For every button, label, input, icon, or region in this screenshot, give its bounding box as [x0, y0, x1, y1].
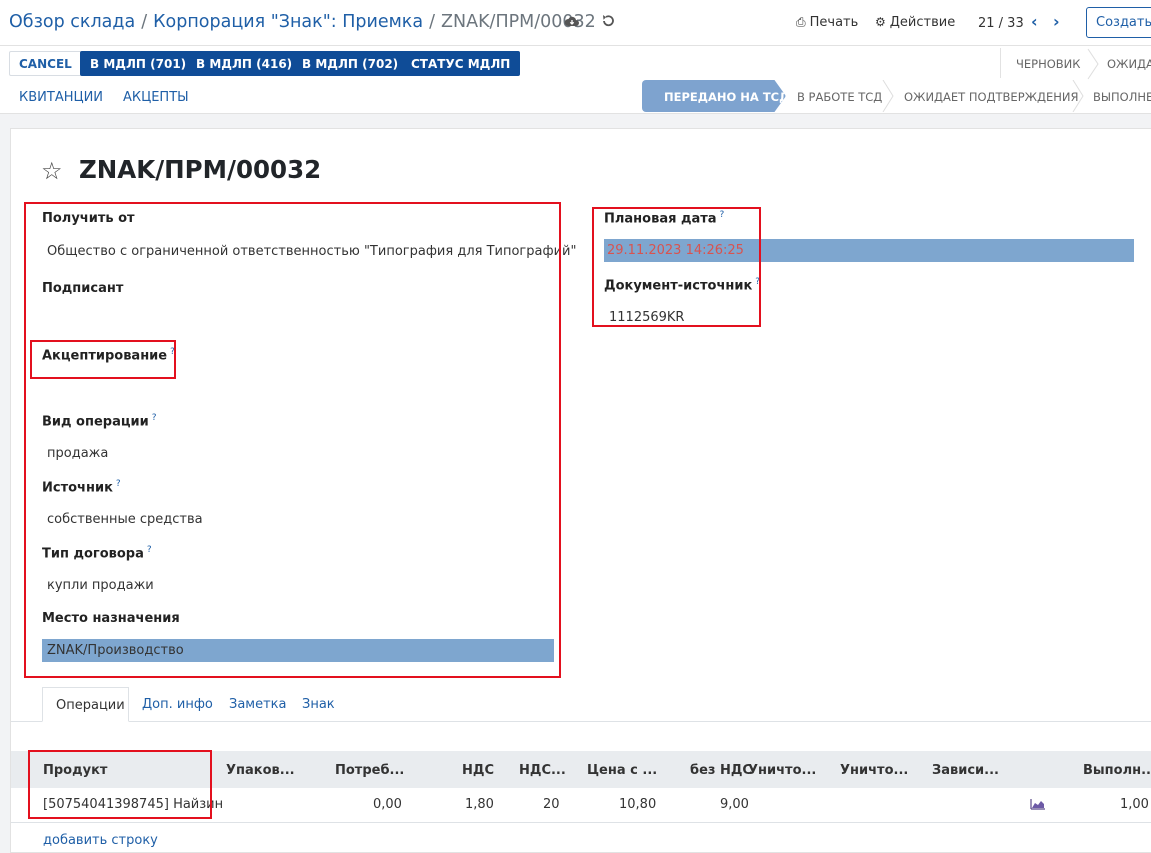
cell-done: 1,00	[1120, 797, 1149, 812]
to-mdlp-701-button[interactable]: В МДЛП (701)	[80, 51, 197, 76]
column-header-price-with-vat[interactable]: Цена с ...	[587, 763, 657, 778]
status-chevron-icon	[1087, 48, 1099, 80]
tab-extra-info[interactable]: Доп. инфо	[142, 697, 213, 712]
cell-consumed: 0,00	[373, 797, 402, 812]
status-waiting[interactable]: ОЖИДА	[1107, 57, 1151, 71]
pager-next-icon[interactable]: ›	[1053, 12, 1060, 31]
breadcrumb-separator: /	[429, 12, 436, 32]
column-header-done[interactable]: Выполн...	[1083, 763, 1151, 778]
status-chevron-icon	[882, 80, 894, 112]
forecast-chart-icon[interactable]	[1030, 798, 1046, 814]
control-panel: Обзор склада / Корпорация "Знак": Приемка /…	[0, 0, 1151, 46]
breadcrumb-item-warehouse[interactable]: Обзор склада	[9, 12, 135, 32]
breadcrumb: Обзор склада / Корпорация "Знак": Приемка /…	[9, 12, 596, 32]
action-label: Действие	[889, 15, 956, 30]
cell-price-no-vat: 9,00	[720, 797, 749, 812]
column-header-package[interactable]: Упаков...	[226, 763, 295, 778]
tab-note[interactable]: Заметка	[229, 697, 287, 712]
receipts-button[interactable]: КВИТАНЦИИ	[19, 90, 103, 105]
status-draft[interactable]: ЧЕРНОВИК	[1016, 57, 1080, 71]
cancel-button[interactable]: CANCEL	[9, 51, 82, 76]
annotation-box-acceptance	[30, 340, 176, 379]
print-label: Печать	[809, 15, 859, 30]
tab-operations[interactable]: Операции	[42, 687, 129, 722]
stage-sent-to-tsd[interactable]: ПЕРЕДАНО НА ТСД	[642, 80, 786, 112]
column-header-destroyed-1[interactable]: Уничто...	[748, 763, 816, 778]
status-mdlp-button[interactable]: СТАТУС МДЛП	[401, 51, 521, 76]
pager-value[interactable]: 21 / 33	[978, 16, 1024, 31]
form-header: CANCEL В МДЛП (701) В МДЛП (416) В МДЛП …	[0, 46, 1151, 114]
accepts-button[interactable]: АКЦЕПТЫ	[123, 90, 189, 105]
breadcrumb-item-receipts[interactable]: Корпорация "Знак": Приемка	[153, 12, 423, 32]
pager-previous-icon[interactable]: ‹	[1031, 12, 1038, 31]
record-title: ZNAK/ПРМ/00032	[79, 155, 322, 184]
cell-price-with-vat: 10,80	[619, 797, 657, 812]
annotation-box-date-source	[592, 207, 761, 327]
discard-undo-icon[interactable]	[599, 14, 617, 32]
stage-done[interactable]: ВЫПОЛНЕ	[1093, 80, 1151, 112]
column-header-destroyed-2[interactable]: Уничто...	[840, 763, 908, 778]
gear-icon: ⚙	[875, 15, 886, 29]
stage-awaiting-confirmation[interactable]: ОЖИДАЕТ ПОДТВЕРЖДЕНИЯ	[904, 80, 1079, 112]
status-bar-top: ЧЕРНОВИК ОЖИДА	[1000, 48, 1151, 80]
action-menu[interactable]: ⚙ Действие	[875, 15, 955, 30]
printer-icon: ⎙	[796, 15, 806, 29]
save-cloud-icon[interactable]	[563, 14, 581, 32]
column-header-consumed[interactable]: Потреб...	[335, 763, 404, 778]
breadcrumb-separator: /	[141, 12, 148, 32]
print-menu[interactable]: ⎙ Печать	[796, 15, 858, 30]
stage-in-work-tsd[interactable]: В РАБОТЕ ТСД	[797, 80, 882, 112]
to-mdlp-702-button[interactable]: В МДЛП (702)	[292, 51, 409, 76]
to-mdlp-416-button[interactable]: В МДЛП (416)	[186, 51, 303, 76]
star-icon[interactable]: ☆	[41, 157, 63, 185]
cell-vat: 1,80	[465, 797, 494, 812]
column-header-vat[interactable]: НДС	[462, 763, 494, 778]
annotation-box-left-group	[24, 202, 561, 678]
column-header-dependent[interactable]: Зависи...	[932, 763, 999, 778]
column-header-vat-percent[interactable]: НДС...	[519, 763, 566, 778]
form-sheet: ☆ ZNAK/ПРМ/00032 Получить от Общество с …	[10, 128, 1151, 853]
add-line-link[interactable]: добавить строку	[43, 833, 158, 848]
notebook-tabs: Операции Доп. инфо Заметка Знак	[11, 687, 1151, 722]
annotation-box-product	[28, 750, 212, 819]
tab-znak[interactable]: Знак	[302, 697, 335, 712]
column-header-price-no-vat[interactable]: без НДС	[690, 763, 752, 778]
status-chevron-icon	[1072, 80, 1084, 112]
cell-vat-percent: 20	[543, 797, 560, 812]
create-button[interactable]: Создать е	[1086, 7, 1151, 38]
